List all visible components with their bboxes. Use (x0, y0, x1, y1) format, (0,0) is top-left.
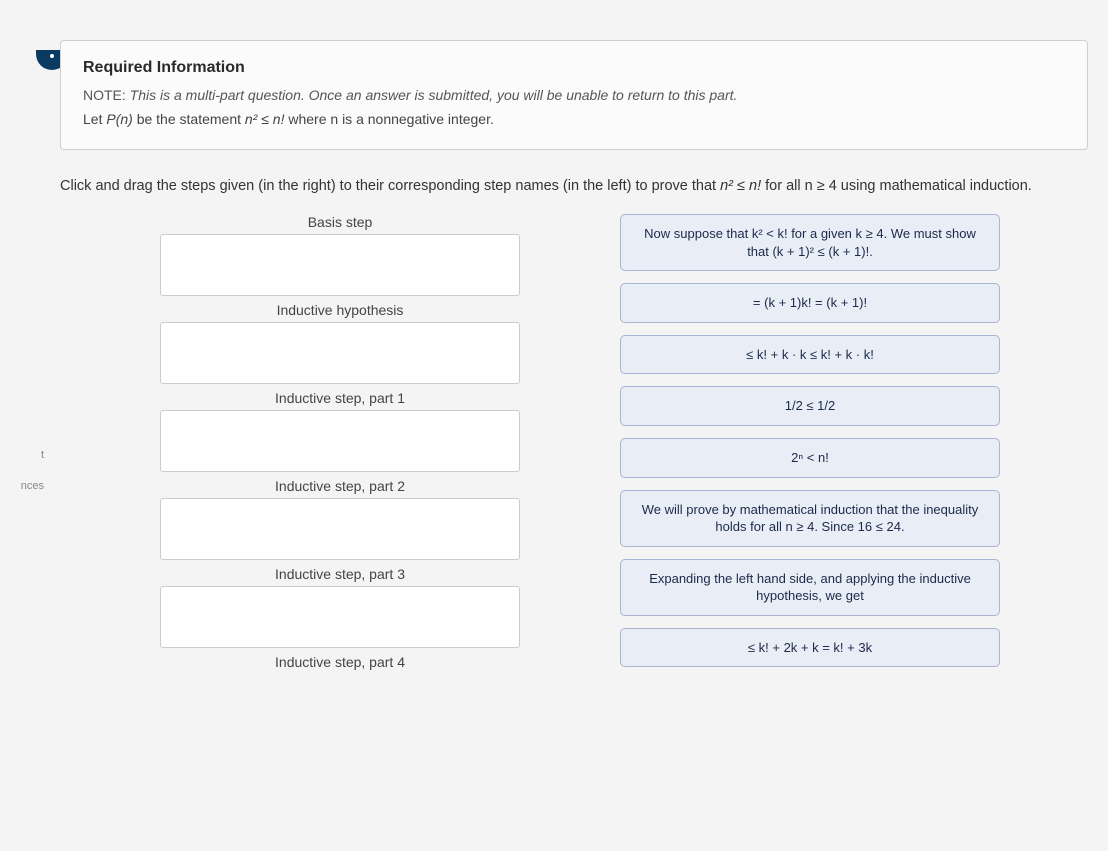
drag-items-column: Now suppose that k² < k! for a given k ≥… (620, 214, 1000, 676)
drag-item[interactable]: = (k + 1)k! = (k + 1)! (620, 283, 1000, 323)
step-group-part4: Inductive step, part 4 (160, 654, 520, 670)
step-group-basis: Basis step (160, 214, 520, 296)
drop-slot-basis[interactable] (160, 234, 520, 296)
step-label: Inductive step, part 4 (160, 654, 520, 670)
drop-slot-part3[interactable] (160, 586, 520, 648)
step-label: Basis step (160, 214, 520, 230)
info-title: Required Information (83, 59, 1065, 77)
drag-item[interactable]: 2ⁿ < n! (620, 438, 1000, 478)
note-prefix: NOTE: (83, 87, 126, 103)
info-statement: Let P(n) be the statement n² ≤ n! where … (83, 111, 1065, 127)
step-label: Inductive step, part 3 (160, 566, 520, 582)
drop-targets-column: Basis step Inductive hypothesis Inductiv… (160, 214, 520, 676)
drop-slot-hypothesis[interactable] (160, 322, 520, 384)
step-label: Inductive step, part 1 (160, 390, 520, 406)
drag-item[interactable]: 1/2 ≤ 1/2 (620, 386, 1000, 426)
drag-drop-area: Basis step Inductive hypothesis Inductiv… (60, 214, 1088, 676)
drag-item[interactable]: ≤ k! + k · k ≤ k! + k · k! (620, 335, 1000, 375)
step-group-part3: Inductive step, part 3 (160, 566, 520, 648)
required-information-box: Required Information NOTE: This is a mul… (60, 40, 1088, 150)
info-note: NOTE: This is a multi-part question. Onc… (83, 87, 1065, 103)
drag-item[interactable]: We will prove by mathematical induction … (620, 490, 1000, 547)
question-instructions: Click and drag the steps given (in the r… (60, 176, 1080, 196)
step-group-part2: Inductive step, part 2 (160, 478, 520, 560)
step-group-part1: Inductive step, part 1 (160, 390, 520, 472)
drag-item[interactable]: Expanding the left hand side, and applyi… (620, 559, 1000, 616)
drop-slot-part1[interactable] (160, 410, 520, 472)
step-group-hypothesis: Inductive hypothesis (160, 302, 520, 384)
drag-item[interactable]: ≤ k! + 2k + k = k! + 3k (620, 628, 1000, 668)
drag-item[interactable]: Now suppose that k² < k! for a given k ≥… (620, 214, 1000, 271)
note-body: This is a multi-part question. Once an a… (130, 87, 738, 103)
drop-slot-part2[interactable] (160, 498, 520, 560)
step-label: Inductive hypothesis (160, 302, 520, 318)
step-label: Inductive step, part 2 (160, 478, 520, 494)
